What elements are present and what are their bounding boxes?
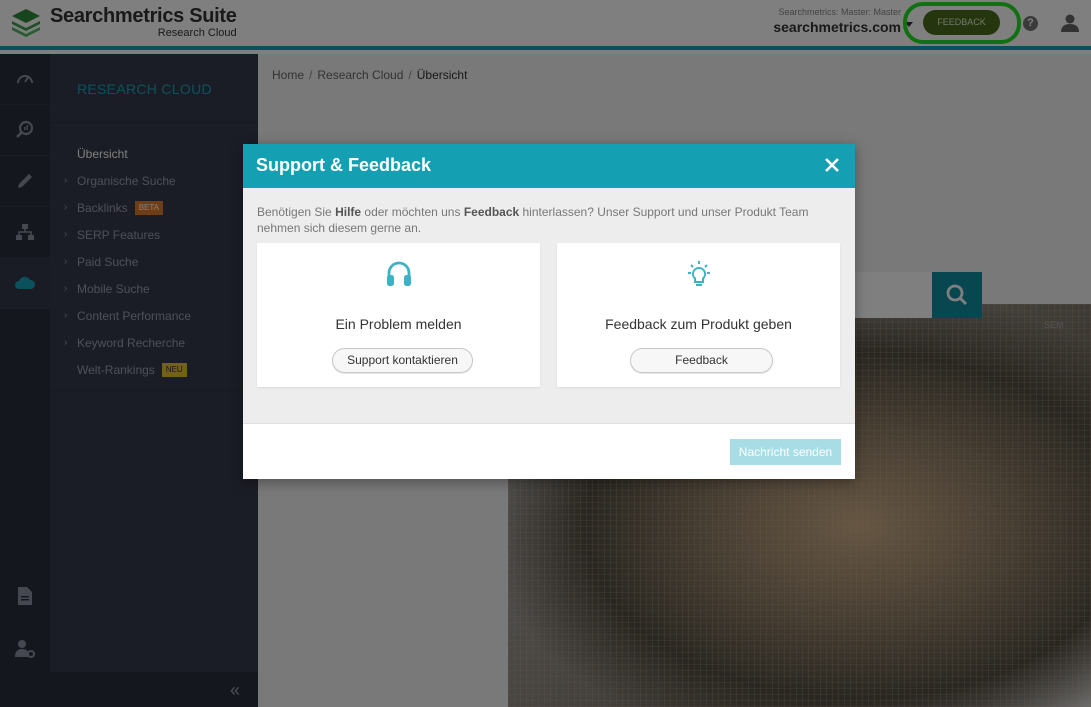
report-problem-card: Ein Problem melden Support kontaktieren bbox=[257, 243, 540, 387]
desc-text: oder möchten uns bbox=[361, 205, 464, 219]
headphones-icon bbox=[257, 259, 540, 291]
support-feedback-dialog: Support & Feedback Benötigen Sie Hilfe o… bbox=[243, 144, 855, 479]
dialog-header: Support & Feedback bbox=[243, 144, 855, 188]
feedback-card-button[interactable]: Feedback bbox=[630, 348, 773, 373]
card-title: Feedback zum Produkt geben bbox=[605, 316, 792, 332]
desc-bold: Hilfe bbox=[335, 205, 362, 219]
card-title: Ein Problem melden bbox=[335, 316, 462, 332]
dialog-title: Support & Feedback bbox=[256, 155, 432, 175]
dialog-footer: Nachricht senden bbox=[243, 423, 855, 479]
send-message-button[interactable]: Nachricht senden bbox=[730, 439, 841, 465]
lightbulb-icon bbox=[557, 259, 840, 291]
desc-bold: Feedback bbox=[463, 205, 520, 219]
contact-support-button[interactable]: Support kontaktieren bbox=[332, 348, 473, 373]
app-root: Searchmetrics Suite Research Cloud Searc… bbox=[0, 0, 1091, 707]
desc-text: Benötigen Sie bbox=[257, 205, 336, 219]
close-icon bbox=[825, 158, 839, 172]
close-button[interactable] bbox=[821, 154, 843, 176]
product-feedback-card: Feedback zum Produkt geben Feedback bbox=[557, 243, 840, 387]
dialog-description: Benötigen Sie Hilfe oder möchten uns Fee… bbox=[257, 204, 842, 236]
